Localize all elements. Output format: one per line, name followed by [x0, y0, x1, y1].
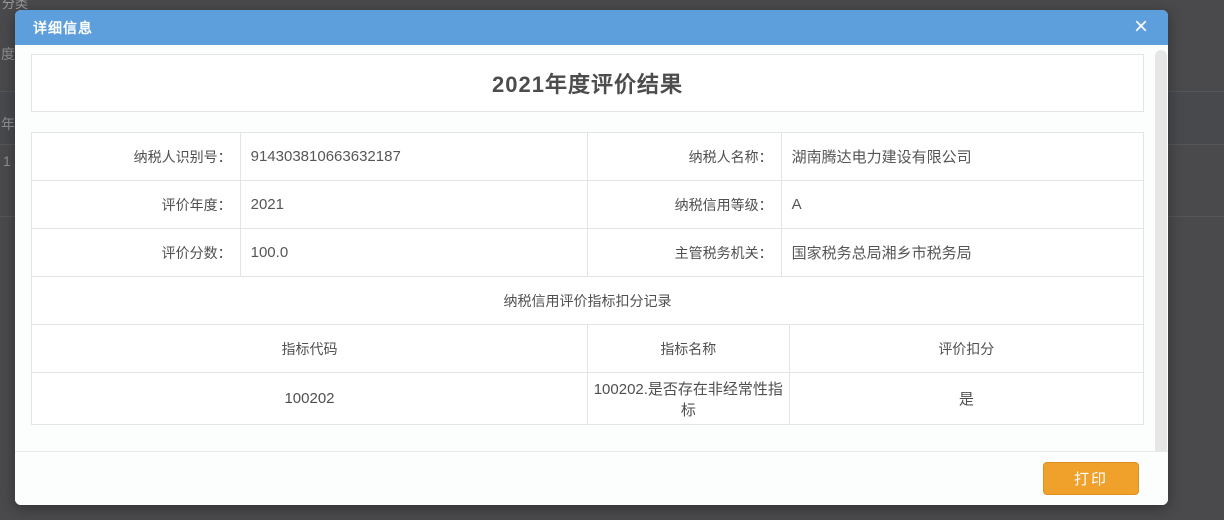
result-title: 2021年度评价结果 [492, 67, 683, 99]
table-row: 评价年度： 2021 纳税信用等级： A [32, 181, 1143, 229]
deduction-points-header: 评价扣分 [790, 325, 1143, 372]
result-title-box: 2021年度评价结果 [31, 54, 1144, 112]
deduction-header-row: 指标代码 指标名称 评价扣分 [32, 325, 1143, 373]
eval-score-label: 评价分数： [32, 229, 241, 276]
background-text-fragment: 度 [1, 46, 15, 62]
scrollbar[interactable] [1155, 50, 1167, 456]
tax-authority-label: 主管税务机关： [588, 229, 782, 276]
tax-authority-value: 国家税务总局湘乡市税务局 [782, 229, 1143, 276]
taxpayer-id-label: 纳税人识别号： [32, 133, 241, 180]
modal-header: 详细信息 × [15, 10, 1168, 45]
indicator-name-header: 指标名称 [588, 325, 790, 372]
indicator-code-value: 100202 [32, 373, 588, 424]
modal-title: 详细信息 [15, 18, 93, 38]
deduction-section-title: 纳税信用评价指标扣分记录 [32, 277, 1143, 324]
evaluation-table: 纳税人识别号： 914303810663632187 纳税人名称： 湖南腾达电力… [31, 132, 1144, 425]
indicator-name-value: 100202.是否存在非经常性指标 [588, 373, 790, 424]
detail-modal: 详细信息 × 2021年度评价结果 纳税人识别号： 91430381066363… [15, 10, 1168, 505]
modal-footer: 打印 [15, 451, 1168, 505]
deduction-points-value: 是 [790, 373, 1143, 424]
credit-grade-value: A [782, 181, 1143, 228]
indicator-code-header: 指标代码 [32, 325, 588, 372]
taxpayer-name-value: 湖南腾达电力建设有限公司 [782, 133, 1143, 180]
taxpayer-id-value: 914303810663632187 [241, 133, 588, 180]
print-button[interactable]: 打印 [1043, 462, 1139, 495]
deduction-data-row: 100202 100202.是否存在非经常性指标 是 [32, 373, 1143, 425]
credit-grade-label: 纳税信用等级： [588, 181, 782, 228]
table-row: 纳税人识别号： 914303810663632187 纳税人名称： 湖南腾达电力… [32, 133, 1143, 181]
background-text-fragment: 1 [3, 153, 11, 169]
section-header-row: 纳税信用评价指标扣分记录 [32, 277, 1143, 325]
taxpayer-name-label: 纳税人名称： [588, 133, 782, 180]
eval-year-value: 2021 [241, 181, 588, 228]
close-icon[interactable]: × [1126, 10, 1156, 45]
eval-year-label: 评价年度： [32, 181, 241, 228]
eval-score-value: 100.0 [241, 229, 588, 276]
background-text-fragment: 年度 [1, 116, 15, 132]
table-row: 评价分数： 100.0 主管税务机关： 国家税务总局湘乡市税务局 [32, 229, 1143, 277]
